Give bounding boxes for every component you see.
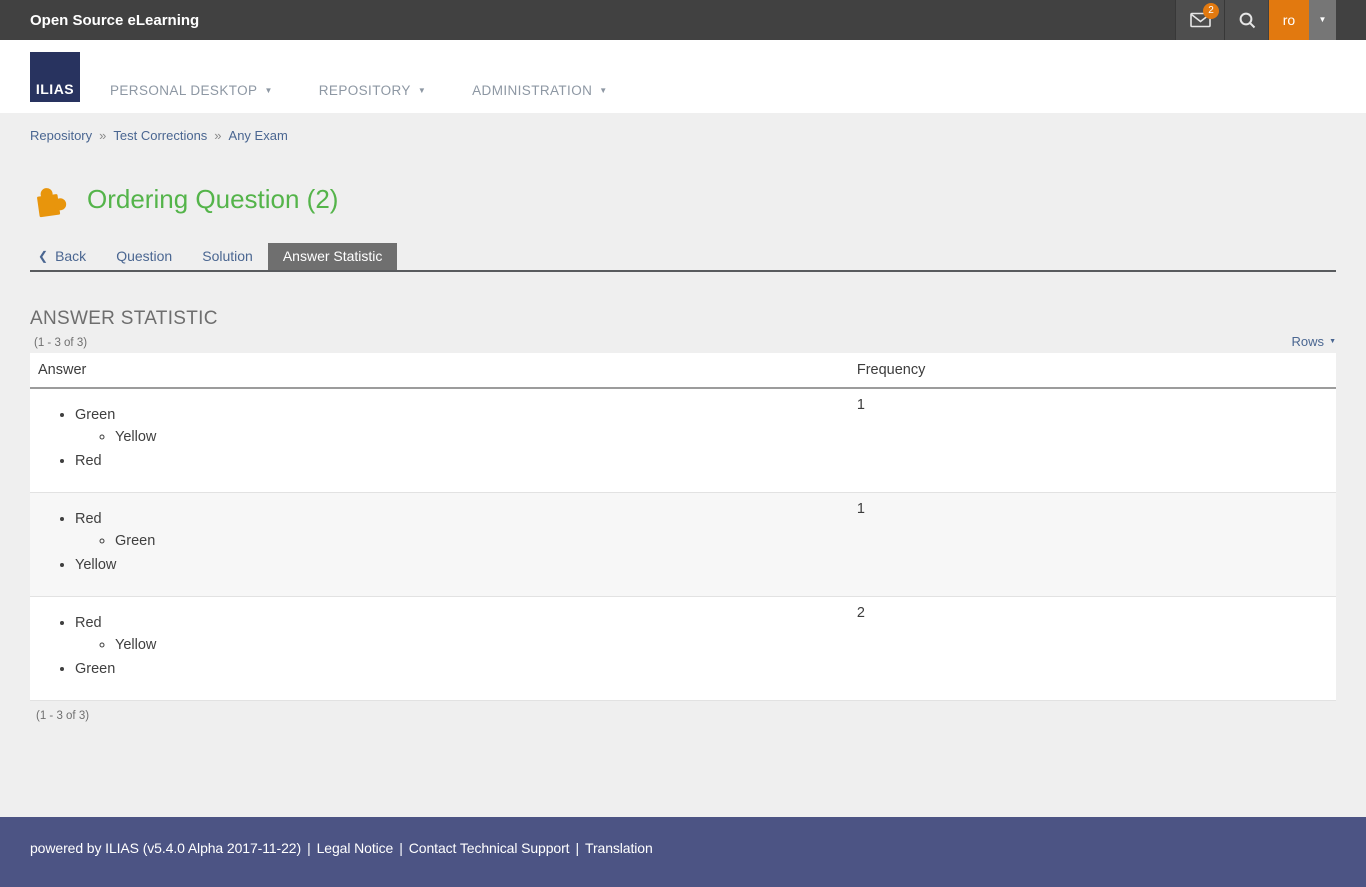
- breadcrumb-separator: »: [99, 128, 106, 143]
- rows-dropdown-label: Rows: [1292, 334, 1325, 349]
- tab-back-label: Back: [55, 248, 86, 264]
- rows-dropdown[interactable]: Rows ▼: [1292, 334, 1336, 349]
- nav-label: PERSONAL DESKTOP: [110, 83, 257, 98]
- footer: powered by ILIAS (v5.4.0 Alpha 2017-11-2…: [0, 817, 1366, 887]
- table-meta-row: (1 - 3 of 3) Rows ▼: [30, 334, 1336, 349]
- footer-separator: |: [307, 840, 311, 856]
- range-indicator-bottom: (1 - 3 of 3): [36, 710, 1336, 722]
- footer-powered-by: powered by ILIAS (v5.4.0 Alpha 2017-11-2…: [30, 840, 301, 856]
- table-row: Red Green Yellow 1: [30, 493, 1336, 597]
- main-nav: PERSONAL DESKTOP ▼ REPOSITORY ▼ ADMINIST…: [110, 83, 608, 113]
- range-indicator-top: (1 - 3 of 3): [30, 337, 87, 349]
- top-bar: Open Source eLearning 2 ro ▼: [0, 0, 1366, 40]
- tab-label: Answer Statistic: [283, 248, 383, 264]
- table-header-row: Answer Frequency: [30, 353, 1336, 388]
- tab-question[interactable]: Question: [101, 243, 187, 270]
- user-menu-toggle[interactable]: ▼: [1309, 0, 1336, 40]
- answer-cell: Red Green Yellow: [30, 493, 849, 597]
- answer-item: Red: [75, 453, 102, 469]
- caret-down-icon: ▼: [418, 87, 426, 95]
- answer-cell: Red Yellow Green: [30, 597, 849, 701]
- tab-label: Question: [116, 248, 172, 264]
- answer-subitem: Green: [115, 533, 155, 549]
- column-header-answer: Answer: [30, 353, 849, 388]
- footer-separator: |: [575, 840, 579, 856]
- breadcrumb-repository[interactable]: Repository: [30, 128, 92, 143]
- mail-button[interactable]: 2: [1175, 0, 1224, 40]
- table-row: Green Yellow Red 1: [30, 388, 1336, 493]
- caret-down-icon: ▼: [264, 87, 272, 95]
- answer-item: Red: [75, 615, 102, 631]
- breadcrumb-test-corrections[interactable]: Test Corrections: [113, 128, 207, 143]
- tab-back[interactable]: ❮ Back: [30, 243, 101, 270]
- mail-badge: 2: [1203, 3, 1219, 19]
- answer-item: Yellow: [75, 557, 116, 573]
- answer-subitem: Yellow: [115, 429, 156, 445]
- nav-label: REPOSITORY: [319, 83, 411, 98]
- footer-link-translation[interactable]: Translation: [585, 840, 653, 856]
- app-title: Open Source eLearning: [30, 12, 199, 29]
- breadcrumb: Repository » Test Corrections » Any Exam: [0, 113, 1366, 143]
- ilias-logo[interactable]: ILIAS: [30, 52, 80, 102]
- answer-item: Red: [75, 511, 102, 527]
- tab-label: Solution: [202, 248, 253, 264]
- tab-bar: ❮ Back Question Solution Answer Statisti…: [30, 243, 1336, 272]
- answer-statistic-table: Answer Frequency Green Yellow Red 1: [30, 353, 1336, 701]
- table-row: Red Yellow Green 2: [30, 597, 1336, 701]
- nav-personal-desktop[interactable]: PERSONAL DESKTOP ▼: [110, 83, 273, 98]
- answer-cell: Green Yellow Red: [30, 388, 849, 493]
- breadcrumb-any-exam[interactable]: Any Exam: [229, 128, 288, 143]
- breadcrumb-separator: »: [214, 128, 221, 143]
- footer-link-contact-support[interactable]: Contact Technical Support: [409, 840, 570, 856]
- nav-label: ADMINISTRATION: [472, 83, 592, 98]
- answer-item: Green: [75, 407, 115, 423]
- main-header: ILIAS PERSONAL DESKTOP ▼ REPOSITORY ▼ AD…: [0, 40, 1366, 113]
- nav-administration[interactable]: ADMINISTRATION ▼: [472, 83, 607, 98]
- topbar-buttons: 2 ro ▼: [1175, 0, 1336, 40]
- section-heading: ANSWER STATISTIC: [30, 308, 1336, 330]
- user-button[interactable]: ro: [1269, 0, 1309, 40]
- page-title-row: Ordering Question (2): [0, 143, 1366, 219]
- answer-statistic-section: ANSWER STATISTIC (1 - 3 of 3) Rows ▼ Ans…: [0, 308, 1366, 722]
- caret-down-icon: ▼: [1319, 16, 1327, 24]
- frequency-cell: 1: [849, 493, 1336, 597]
- puzzle-piece-icon: [30, 179, 70, 219]
- footer-link-legal-notice[interactable]: Legal Notice: [317, 840, 394, 856]
- caret-down-icon: ▼: [1329, 338, 1336, 345]
- frequency-cell: 1: [849, 388, 1336, 493]
- footer-separator: |: [399, 840, 403, 856]
- answer-subitem: Yellow: [115, 637, 156, 653]
- page-title: Ordering Question (2): [87, 184, 338, 215]
- search-icon: [1238, 11, 1256, 29]
- nav-repository[interactable]: REPOSITORY ▼: [319, 83, 426, 98]
- answer-item: Green: [75, 661, 115, 677]
- frequency-cell: 2: [849, 597, 1336, 701]
- column-header-frequency: Frequency: [849, 353, 1336, 388]
- tab-answer-statistic[interactable]: Answer Statistic: [268, 243, 398, 270]
- caret-down-icon: ▼: [599, 87, 607, 95]
- search-button[interactable]: [1224, 0, 1268, 40]
- chevron-left-icon: ❮: [38, 250, 48, 262]
- tab-solution[interactable]: Solution: [187, 243, 268, 270]
- content-area: Repository » Test Corrections » Any Exam Ord…: [0, 113, 1366, 817]
